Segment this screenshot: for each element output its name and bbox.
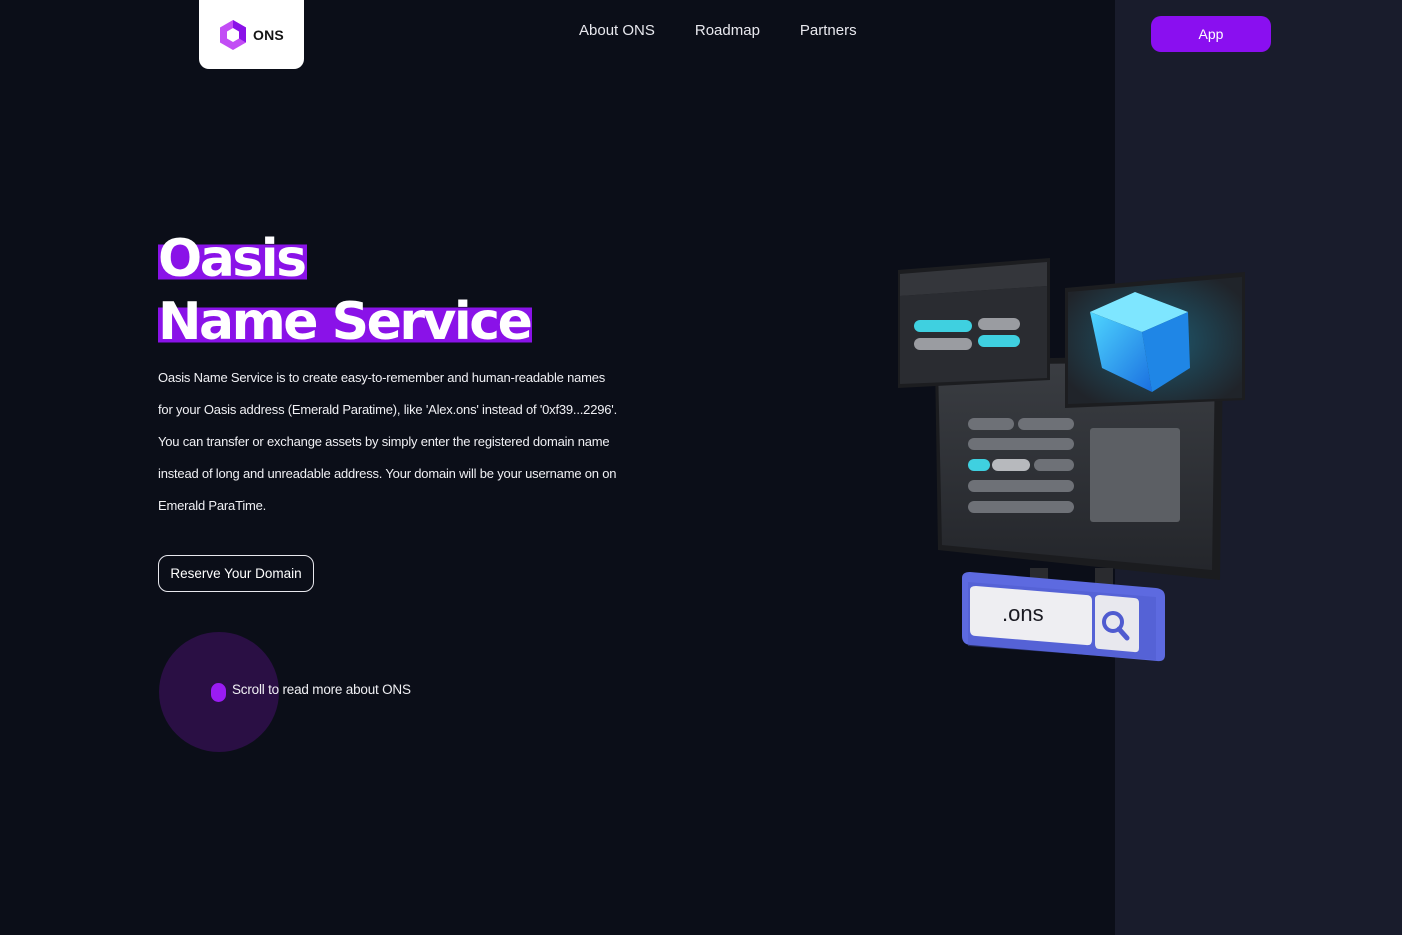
hero-title: Oasis Name Service	[158, 228, 533, 354]
reserve-domain-button[interactable]: Reserve Your Domain	[158, 555, 314, 592]
hero-title-line1: Oasis	[158, 229, 307, 289]
hero-illustration: .ons	[890, 250, 1260, 675]
main-nav: About ONS Roadmap Partners	[579, 22, 857, 42]
scroll-hint-text[interactable]: Scroll to read more about ONS	[232, 682, 411, 697]
illustration-search-text: .ons	[1002, 601, 1044, 626]
hero-title-line2: Name Service	[158, 292, 533, 352]
nav-roadmap[interactable]: Roadmap	[695, 22, 760, 42]
nav-about-ons[interactable]: About ONS	[579, 22, 655, 42]
hexagon-logo-icon	[220, 19, 247, 50]
domain-monitor-illustration: .ons	[898, 258, 1245, 662]
logo[interactable]: ONS	[199, 0, 304, 69]
mouse-scroll-icon	[211, 683, 226, 702]
hero-description: Oasis Name Service is to create easy-to-…	[158, 370, 617, 513]
logo-text: ONS	[253, 26, 284, 43]
app-button[interactable]: App	[1151, 16, 1271, 52]
nav-partners[interactable]: Partners	[800, 22, 857, 42]
